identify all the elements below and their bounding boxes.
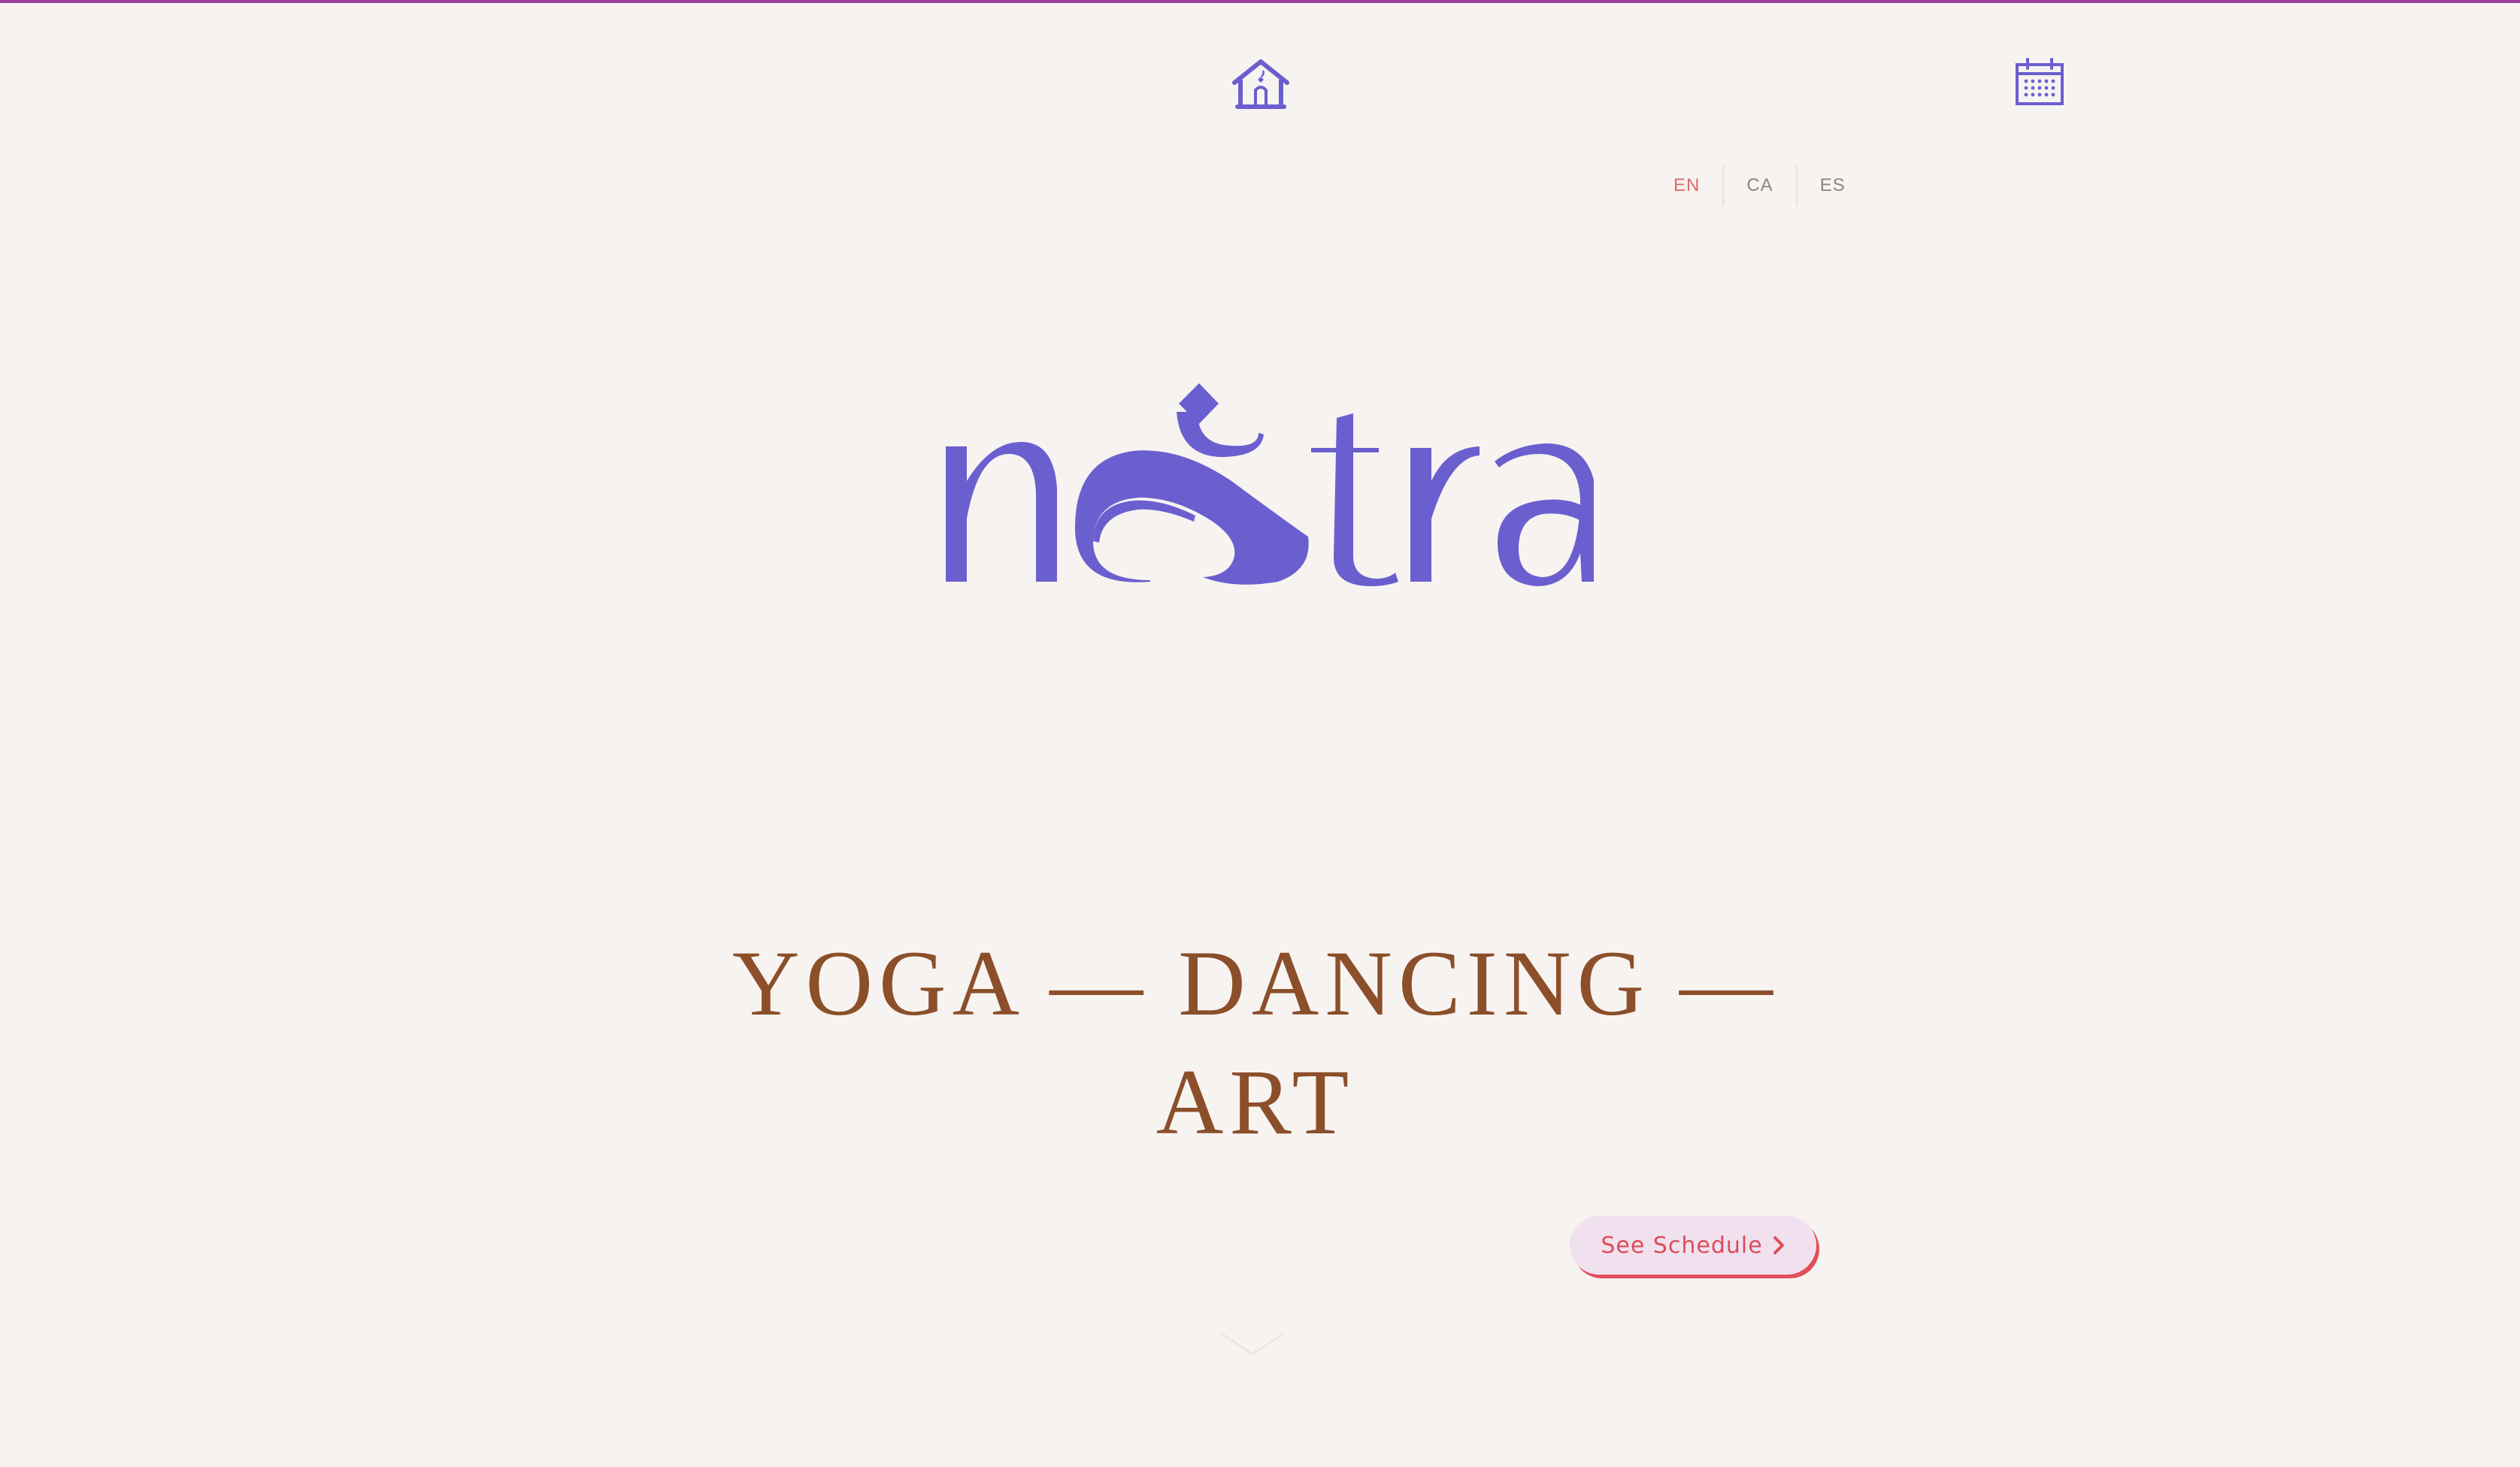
language-option-en[interactable]: EN [1651,165,1722,206]
home-icon [1232,59,1289,109]
language-switcher: EN CA ES [1651,165,1868,206]
chevron-down-icon[interactable] [1218,1330,1287,1357]
language-option-ca[interactable]: CA [1722,165,1795,206]
calendar-link[interactable] [2013,57,2066,107]
see-schedule-label: See Schedule [1601,1232,1763,1259]
calendar-icon [2016,58,2064,105]
see-schedule-button[interactable]: See Schedule [1570,1216,1816,1275]
chevron-right-icon [1773,1236,1784,1254]
nestra-logo: nestra [946,383,1594,586]
home-link[interactable] [1230,57,1292,113]
language-option-es[interactable]: ES [1795,165,1868,206]
hero-tagline: YOGA — DANCING — ART [731,932,1779,1154]
top-accent-bar [0,0,2520,3]
